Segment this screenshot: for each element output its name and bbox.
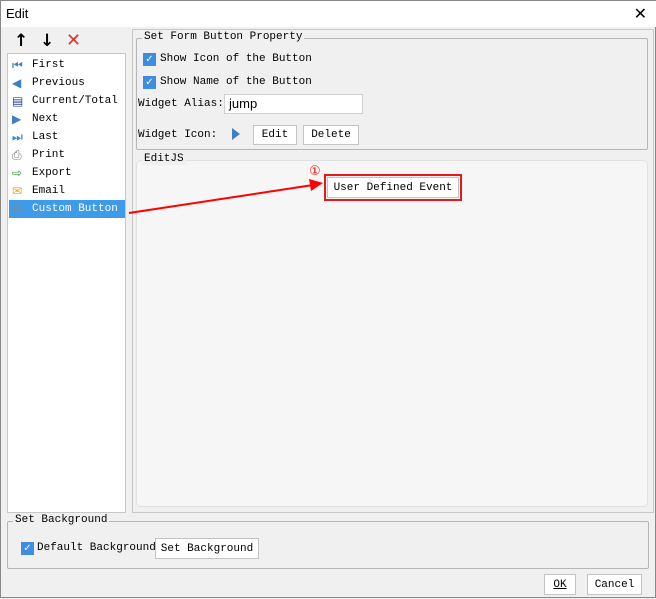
show-name-label: Show Name of the Button xyxy=(160,76,312,88)
button-property-group: Set Form Button Property ✓ Show Icon of … xyxy=(136,31,648,150)
first-icon: ⏮ xyxy=(12,58,23,72)
default-background-label: Default Background xyxy=(37,542,156,554)
list-item-label: Custom Button xyxy=(32,203,118,215)
cancel-button[interactable]: Cancel xyxy=(587,574,642,595)
show-icon-checkbox[interactable]: ✓ xyxy=(143,53,156,66)
list-item-label: Export xyxy=(32,167,72,179)
editjs-group: EditJS ① User Defined Event xyxy=(136,153,648,507)
group-legend: Set Background xyxy=(13,514,110,526)
list-item[interactable]: ✉ Email xyxy=(9,182,125,200)
gear-icon: ⚙ xyxy=(12,202,23,216)
list-item[interactable]: ⏭ Last xyxy=(9,128,125,146)
window-title: Edit xyxy=(6,6,29,21)
list-item[interactable]: ◀ Previous xyxy=(9,74,125,92)
default-background-checkbox[interactable]: ✓ xyxy=(21,542,34,555)
group-legend: EditJS xyxy=(142,153,186,165)
move-up-button[interactable]: ↑ xyxy=(14,31,28,51)
show-name-checkbox[interactable]: ✓ xyxy=(143,76,156,89)
email-icon: ✉ xyxy=(12,184,23,198)
delete-icon-button[interactable]: Delete xyxy=(303,125,359,145)
edit-icon-button[interactable]: Edit xyxy=(253,125,297,145)
list-item[interactable]: ▤ Current/Total xyxy=(9,92,125,110)
show-icon-label: Show Icon of the Button xyxy=(160,53,312,65)
previous-icon: ◀ xyxy=(12,76,22,90)
background-group: Set Background ✓ Default Background Set … xyxy=(7,514,649,569)
list-item-label: Previous xyxy=(32,77,85,89)
delete-button[interactable]: ✕ xyxy=(66,30,81,51)
list-item[interactable]: ⇨ Export xyxy=(9,164,125,182)
ok-button[interactable]: OK xyxy=(544,574,576,595)
alias-input[interactable]: jump xyxy=(224,94,363,114)
list-item-label: Print xyxy=(32,149,66,161)
list-item[interactable]: ▶ Next xyxy=(9,110,125,128)
title-bar: Edit xyxy=(1,1,656,27)
export-icon: ⇨ xyxy=(12,166,23,180)
properties-panel: Set Form Button Property ✓ Show Icon of … xyxy=(132,29,654,513)
next-icon: ▶ xyxy=(12,112,22,126)
list-item[interactable]: ⚙ Custom Button xyxy=(9,200,125,218)
alias-label: Widget Alias: xyxy=(138,98,224,110)
last-icon: ⏭ xyxy=(12,130,23,144)
list-item-label: Last xyxy=(32,131,59,143)
user-defined-event-button[interactable]: User Defined Event xyxy=(327,177,459,198)
group-legend: Set Form Button Property xyxy=(142,31,305,43)
move-down-button[interactable]: ↓ xyxy=(40,31,54,51)
list-item-label: Next xyxy=(32,113,59,125)
set-background-button[interactable]: Set Background xyxy=(155,538,259,559)
icon-label: Widget Icon: xyxy=(138,129,218,141)
button-list[interactable]: ⏮ First ◀ Previous ▤ Current/Total ▶ Next ⏭ Last ⎙… xyxy=(7,53,126,513)
play-icon xyxy=(232,128,240,140)
list-item-label: First xyxy=(32,59,66,71)
list-item[interactable]: ⎙ Print xyxy=(9,146,125,164)
close-icon[interactable]: ✕ xyxy=(634,4,647,23)
list-item-label: Current/Total xyxy=(32,95,118,107)
list-item-label: Email xyxy=(32,185,66,197)
list-item[interactable]: ⏮ First xyxy=(9,56,125,74)
print-icon: ⎙ xyxy=(12,148,22,162)
annotation-marker: ① xyxy=(309,164,321,179)
current-total-icon: ▤ xyxy=(12,94,24,108)
